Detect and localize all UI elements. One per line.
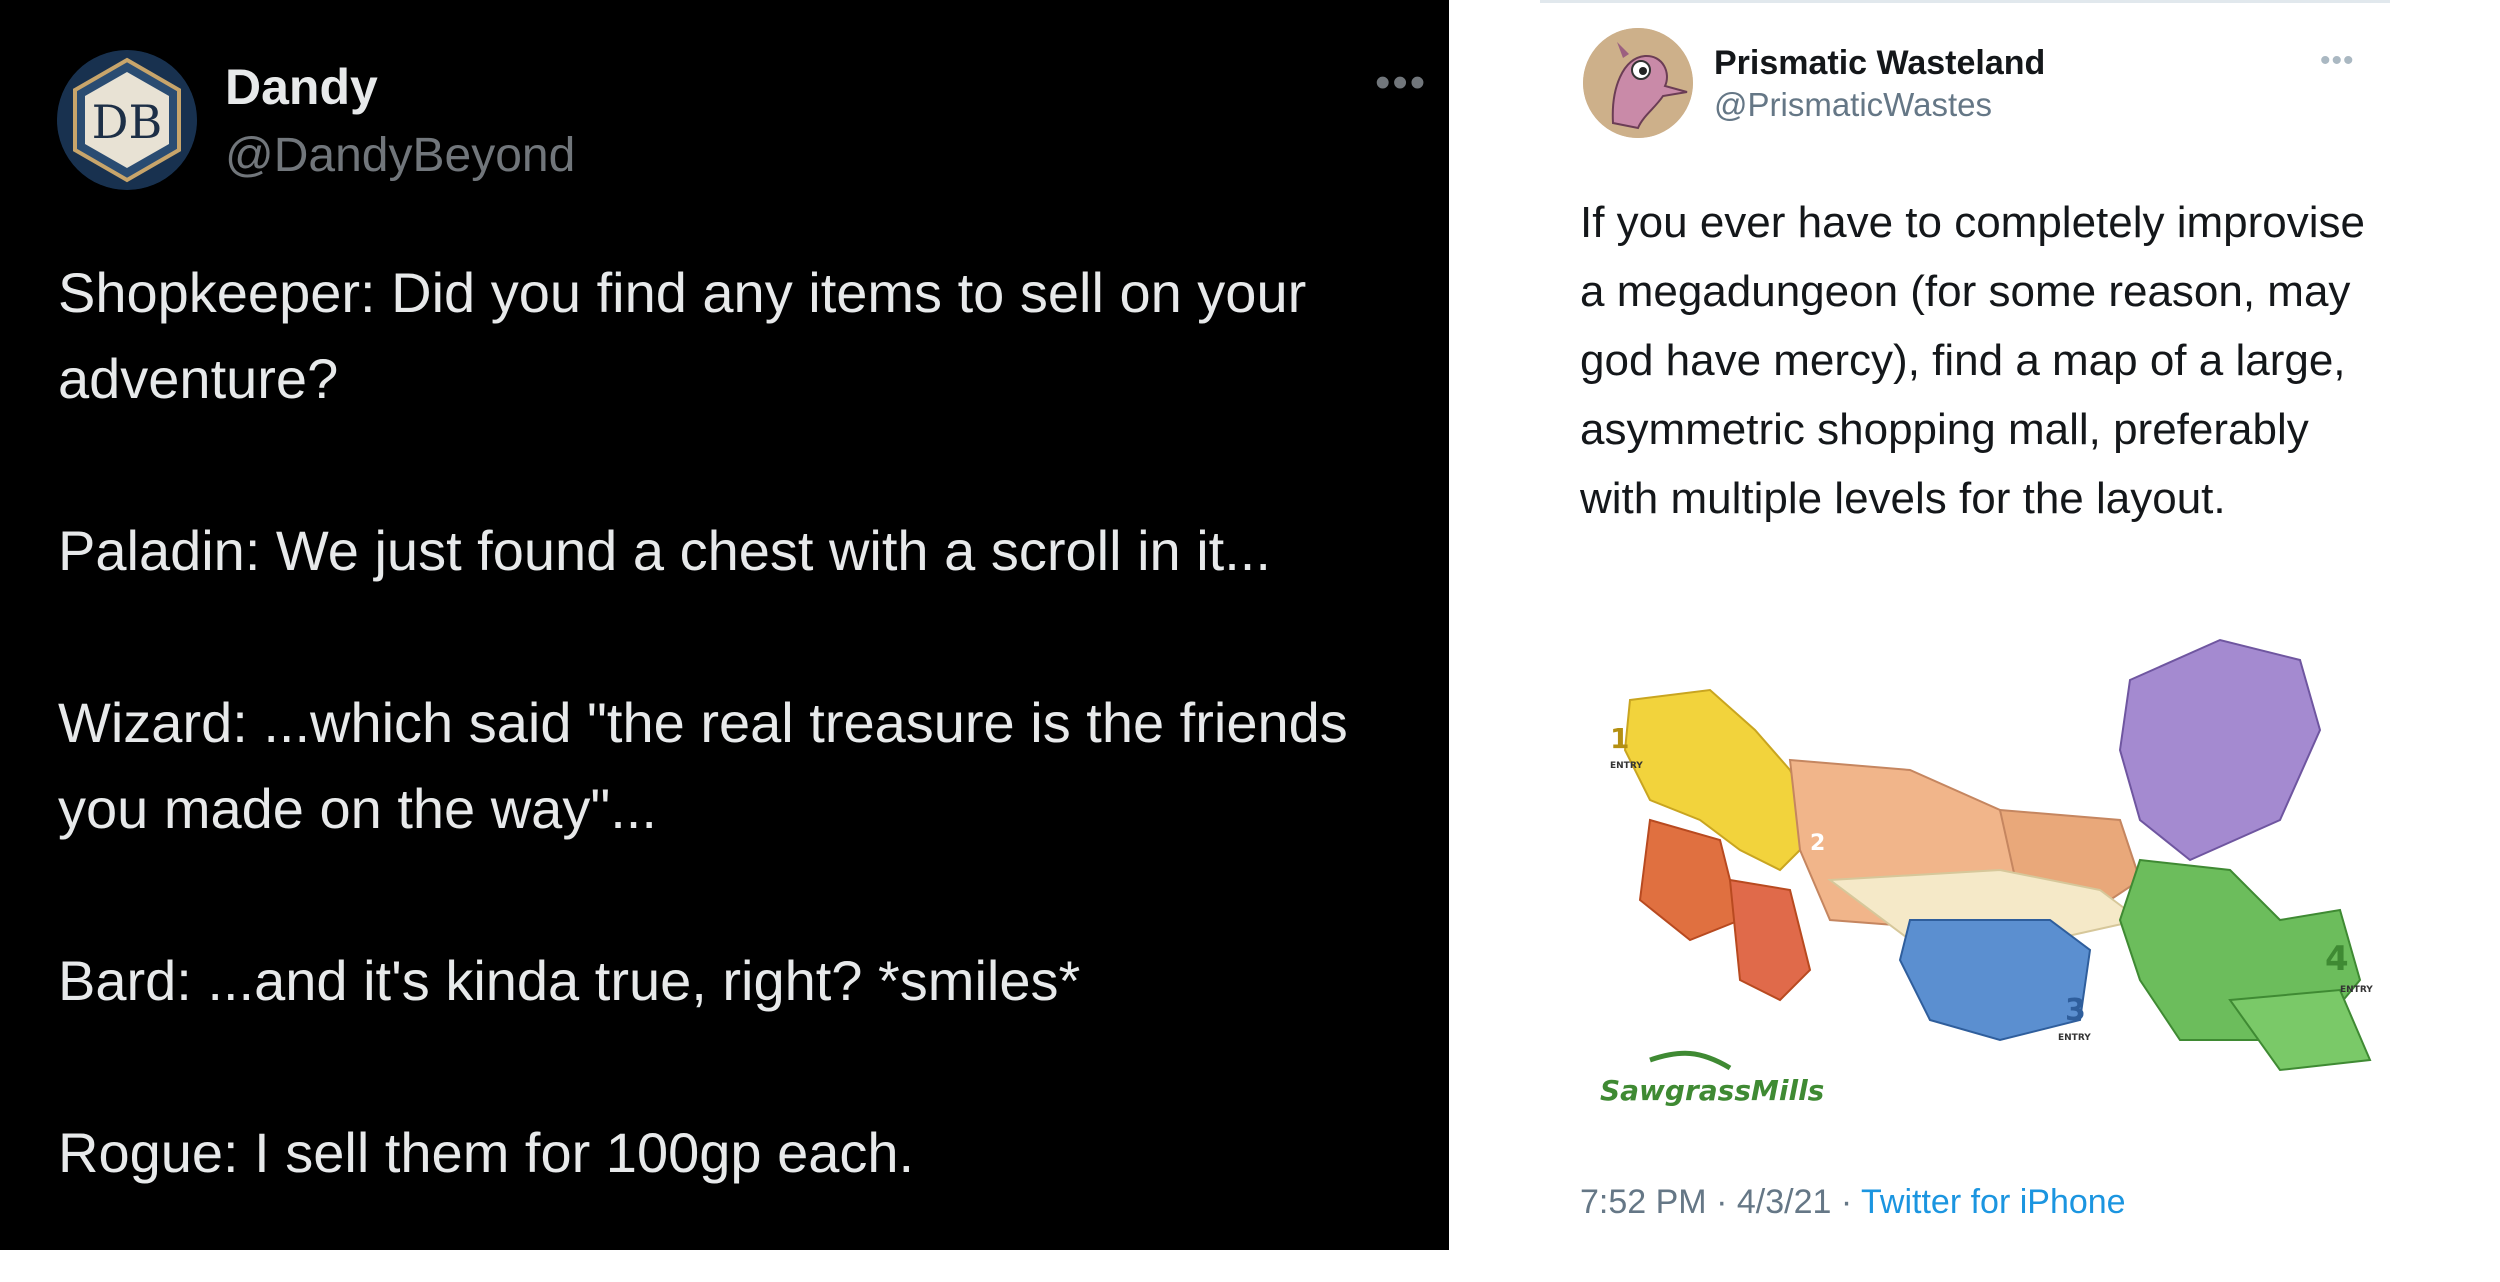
more-options-icon[interactable]: ••• <box>2320 44 2355 78</box>
meta-separator: · <box>1840 1183 1853 1221</box>
tweet-line-paladin: Paladin: We just found a chest with a sc… <box>58 519 1271 582</box>
tweet-line-shopkeeper: Shopkeeper: Did you find any items to se… <box>58 261 1307 410</box>
mall-map-illustration: 1 2 3 4 ENTRY ENTRY ENTRY SawgrassMills <box>1600 638 2373 1107</box>
tweet-time[interactable]: 7:52 PM <box>1580 1183 1707 1221</box>
svg-text:ENTRY: ENTRY <box>2340 985 2373 995</box>
bird-creature-avatar-icon <box>1583 28 1693 138</box>
svg-text:DB: DB <box>92 95 163 149</box>
top-divider <box>1540 0 2390 3</box>
svg-text:3: 3 <box>2065 993 2086 1028</box>
tweet-line-wizard: Wizard: ...which said "the real treasure… <box>58 691 1348 840</box>
author-avatar[interactable]: DB <box>57 50 197 190</box>
author-name[interactable]: Prismatic Wasteland <box>1714 44 2045 83</box>
tweet-text: Shopkeeper: Did you find any items to se… <box>58 250 1428 1282</box>
tweet-date[interactable]: 4/3/21 <box>1737 1183 1832 1221</box>
tweet-line-bard: Bard: ...and it's kinda true, right? *sm… <box>58 949 1081 1012</box>
tweet-line-rogue: Rogue: I sell them for 100gp each. <box>58 1121 915 1184</box>
author-handle[interactable]: @DandyBeyond <box>225 128 575 183</box>
mall-map-image[interactable]: 1 2 3 4 ENTRY ENTRY ENTRY SawgrassMills <box>1580 620 2410 1140</box>
svg-text:4: 4 <box>2325 939 2349 979</box>
svg-text:1: 1 <box>1610 722 1629 755</box>
tweet-meta: 7:52 PM · 4/3/21 · Twitter for iPhone <box>1580 1183 2126 1222</box>
sawgrass-mills-logo: SawgrassMills <box>1600 1074 1824 1107</box>
svg-text:ENTRY: ENTRY <box>1610 761 1643 771</box>
svg-text:ENTRY: ENTRY <box>2058 1033 2091 1043</box>
author-avatar[interactable] <box>1583 28 1693 138</box>
left-tweet: DB Dandy @DandyBeyond ••• Shopkeeper: Di… <box>0 0 1449 1250</box>
tweet-source-link[interactable]: Twitter for iPhone <box>1861 1183 2126 1221</box>
dandybeyond-logo-icon: DB <box>57 50 197 190</box>
more-options-icon[interactable]: ••• <box>1375 58 1427 108</box>
tweet-text: If you ever have to completely improvise… <box>1580 198 2366 523</box>
meta-separator: · <box>1716 1183 1728 1221</box>
author-handle[interactable]: @PrismaticWastes <box>1714 86 1992 124</box>
svg-text:2: 2 <box>1810 831 1825 856</box>
author-name[interactable]: Dandy <box>225 58 378 116</box>
right-tweet: Prismatic Wasteland @PrismaticWastes •••… <box>1450 0 2500 1250</box>
